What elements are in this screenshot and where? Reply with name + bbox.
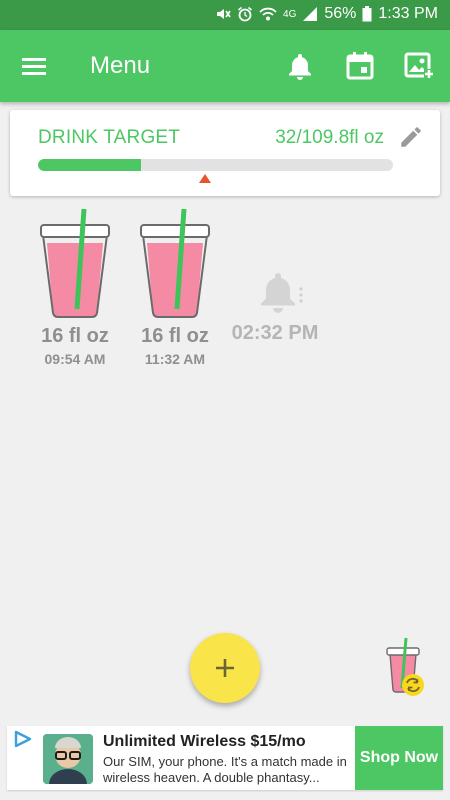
reminder-time: 02:32 PM — [231, 322, 319, 344]
drink-target-card: DRINK TARGET 32/109.8fl oz — [10, 110, 440, 196]
entry-amount: 16 fl oz — [141, 325, 209, 347]
drink-progress-fill — [38, 159, 141, 171]
app-title: Menu — [90, 52, 151, 79]
status-bar: 4G 56% 1:33 PM — [0, 0, 450, 30]
calendar-icon[interactable] — [344, 50, 376, 82]
hamburger-menu-icon[interactable] — [20, 52, 50, 80]
signal-4g-icon — [302, 6, 318, 22]
mute-icon — [215, 6, 231, 22]
status-icons: 4G 56% 1:33 PM — [215, 5, 438, 23]
expected-progress-marker — [198, 174, 211, 183]
wifi-icon — [259, 6, 277, 22]
entry-time: 09:54 AM — [44, 351, 106, 367]
drink-entry[interactable]: 16 fl oz 11:32 AM — [125, 205, 225, 375]
add-drink-button[interactable] — [190, 633, 260, 703]
ad-choices-icon[interactable] — [13, 730, 33, 748]
drink-target-value: 32/109.8fl oz — [275, 127, 384, 148]
clock: 1:33 PM — [378, 5, 438, 22]
battery-percent: 56% — [324, 5, 357, 22]
reminder-bell-icon — [261, 273, 303, 313]
drink-cup-icon — [140, 208, 210, 318]
network-type: 4G — [283, 8, 297, 20]
entry-amount: 16 fl oz — [41, 325, 109, 347]
add-photo-icon[interactable] — [403, 50, 435, 82]
drink-target-label: DRINK TARGET — [38, 127, 181, 148]
shop-now-button[interactable]: Shop Now — [355, 726, 443, 790]
ad-title: Unlimited Wireless $15/mo — [103, 733, 306, 750]
pencil-icon[interactable] — [398, 124, 424, 150]
ad-image — [43, 734, 93, 784]
switch-cup-button[interactable] — [380, 636, 432, 698]
plus-icon — [216, 659, 234, 677]
entry-time: 11:32 AM — [144, 351, 206, 367]
ad-body: Our SIM, your phone. It's a match made i… — [103, 754, 347, 785]
alarm-icon — [237, 6, 253, 22]
bell-icon[interactable] — [284, 50, 316, 82]
cup-switch-icon — [386, 637, 424, 696]
next-reminder[interactable]: 02:32 PM — [225, 270, 325, 360]
app-bar: Menu — [0, 30, 450, 102]
battery-icon — [362, 6, 372, 22]
ad-banner[interactable]: Unlimited Wireless $15/mo Our SIM, your … — [7, 726, 443, 790]
drink-progress-bar — [38, 159, 393, 171]
drink-cup-icon — [40, 208, 110, 318]
drink-entry[interactable]: 16 fl oz 09:54 AM — [25, 205, 125, 375]
